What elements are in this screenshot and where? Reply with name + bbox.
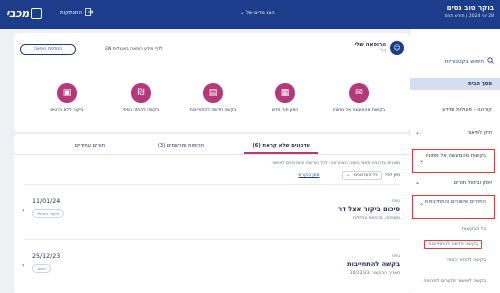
sidebar-subitem-refund[interactable]: בקשה להחזר כספי bbox=[409, 258, 500, 263]
date-text: 28 יוני 2024 | חודש תמוז bbox=[444, 14, 494, 19]
mark-read-link[interactable]: סמן כנקרא bbox=[298, 173, 319, 178]
sidebar-subitem-label: בקשה לאישור מקורים לתרופה bbox=[423, 279, 486, 284]
filter-value: כל העדכונים bbox=[354, 173, 378, 178]
item-type: טפס bbox=[391, 253, 400, 258]
list-item[interactable]: טפס סיכום ביקור אצל דר משפחה, מרפאת ונול… bbox=[22, 184, 400, 239]
chevron-down-icon: ⌄ bbox=[240, 10, 245, 16]
action-label: בקשות מהמעשה אל מחוניו bbox=[332, 108, 386, 113]
item-subtitle: תאריך הבקשה: 10/12/23 bbox=[349, 271, 400, 276]
filter-select[interactable]: כל העדכונים ⌄ bbox=[342, 171, 382, 180]
action-messages[interactable]: ✉ בקשות מהמעשה אל מחוניו bbox=[326, 83, 392, 113]
status-badge: ביקור דיגיטלי bbox=[32, 209, 65, 218]
sidebar-item-appointments[interactable]: זימון וביטול תורים ⌄ bbox=[409, 179, 500, 186]
updates-card: עדכונים שלא קראת (6) תרופות ומרשמים (3) … bbox=[14, 134, 410, 293]
sidebar-subitem-label: בקשה חדשה להתחייבות bbox=[424, 240, 482, 249]
calendar-icon: ▦ bbox=[275, 83, 295, 103]
chevron-down-icon: ⌄ bbox=[346, 173, 351, 178]
greeting-text: בוקר טוב נסים bbox=[446, 4, 494, 12]
profile-block: ☺ הרופאה שלי דר' bbox=[355, 41, 404, 55]
action-label: בקשה להחזר כספי bbox=[122, 108, 160, 113]
item-title: בקשה להתחייבות bbox=[347, 260, 400, 268]
maccabi-logo[interactable]: מכבי bbox=[6, 7, 42, 20]
action-refund[interactable]: ₪ בקשה להחזר כספי bbox=[108, 83, 174, 113]
sidebar-item-home[interactable]: מסך הבית bbox=[409, 78, 500, 90]
tab-medications[interactable]: תרופות ומרשמים (3) bbox=[158, 143, 204, 149]
sidebar-item-label: בקשות מהמעשה אל מחוניו bbox=[425, 153, 486, 159]
logout-button[interactable]: התנתקות bbox=[60, 8, 94, 18]
user-headset-icon: ☺ bbox=[390, 41, 404, 55]
tab-bar: עדכונים שלא קראת (6) תרופות ומרשמים (3) … bbox=[14, 139, 410, 155]
filter-label: מיון לפי: bbox=[384, 173, 400, 178]
logout-label: התנתקות bbox=[60, 10, 83, 16]
search-label: חיפוש בקטגוריות bbox=[444, 58, 484, 65]
refund-icon: ₪ bbox=[131, 83, 151, 103]
top-card: ☺ הרופאה שלי דר' לדף מידע רופאה באנגלית … bbox=[14, 33, 410, 132]
chevron-left-icon: ‹ bbox=[22, 262, 25, 269]
item-title: סיכום ביקור אצל דר bbox=[338, 205, 400, 213]
sidebar-item-label: תיק לפיאור bbox=[466, 130, 492, 136]
item-type: טפס bbox=[391, 198, 400, 203]
greeting-block: בוקר טוב נסים 28 יוני 2024 | חודש תמוז bbox=[444, 4, 494, 20]
account-switcher[interactable]: הצג מדים של ⌄ bbox=[240, 10, 275, 16]
profile-name: הרופאה שלי bbox=[354, 41, 386, 48]
item-date: 11/01/24 bbox=[32, 198, 61, 205]
chevron-down-icon: ⌄ bbox=[415, 179, 421, 186]
logo-square-icon bbox=[30, 8, 42, 19]
chevron-down-icon: ⌄ bbox=[419, 157, 425, 164]
sidebar-subitem-label: בקשה להחזר כספי bbox=[447, 258, 486, 263]
category-search[interactable]: חיפוש בקטגוריות bbox=[445, 57, 494, 66]
item-date: 25/12/23 bbox=[32, 253, 61, 260]
chevron-down-icon: ⌄ bbox=[415, 129, 421, 136]
sidebar-item-label: קורונה - פעולות ומידע bbox=[442, 107, 492, 113]
doctor-info-link[interactable]: לדף מידע רופאה באנגלית EN bbox=[89, 44, 179, 55]
action-visit-no-card[interactable]: ▣ ביקור ללא כרטיס bbox=[34, 83, 100, 113]
chat-icon: ✉ bbox=[349, 83, 369, 103]
sidebar-item-medical-file[interactable]: תיק לפיאור ⌄ bbox=[409, 129, 500, 136]
main-content: ☺ הרופאה שלי דר' לדף מידע רופאה באנגלית … bbox=[5, 29, 410, 293]
card-icon: ▣ bbox=[57, 83, 77, 103]
status-badge: אושר bbox=[32, 264, 51, 273]
sidebar-subitem-new-commitment[interactable]: בקשה חדשה להתחייבות bbox=[418, 240, 496, 249]
sidebar-item-label: זימון וביטול תורים bbox=[453, 180, 492, 186]
updates-info: מוצגים עדכונים מחצי השנה האחרונה. לכל הו… bbox=[271, 161, 400, 166]
logo-text: מכבי bbox=[6, 7, 29, 20]
logout-icon bbox=[85, 8, 94, 18]
sidebar-subitem-label: כל הבקשות bbox=[462, 227, 486, 232]
sidebar-item-refunds[interactable]: החזרים אישורים והתחייבויות ⌃ bbox=[412, 195, 495, 219]
sidebar-subitem-medication[interactable]: בקשה לאישור מקורים לתרופה bbox=[409, 279, 500, 284]
top-header: בוקר טוב נסים 28 יוני 2024 | חודש תמוז ה… bbox=[0, 0, 500, 29]
action-new-commitment[interactable]: ▤ בקשה חדשה להתחייבות bbox=[180, 83, 246, 113]
document-icon: ▤ bbox=[203, 83, 223, 103]
sidebar-subitem-all-requests[interactable]: כל הבקשות bbox=[409, 227, 500, 232]
list-item[interactable]: טפס בקשה להתחייבות תאריך הבקשה: 10/12/23… bbox=[22, 239, 400, 293]
sidebar: חיפוש בקטגוריות מסך הבית קורונה - פעולות… bbox=[409, 29, 500, 293]
filter-bar: מיון לפי: כל העדכונים ⌄ סמן כנקרא bbox=[298, 171, 400, 180]
tab-future-appointments[interactable]: תורים עתידיים bbox=[75, 143, 105, 149]
profile-role: דר' bbox=[379, 48, 386, 54]
account-label: הצג מדים של bbox=[246, 10, 275, 16]
sidebar-item-corona[interactable]: קורונה - פעולות ומידע bbox=[409, 107, 500, 113]
search-icon bbox=[487, 57, 494, 66]
action-label: בקשה חדשה להתחייבות bbox=[189, 108, 237, 113]
switch-doctor-button[interactable]: החלפת רופאה bbox=[20, 44, 76, 55]
sidebar-item-requests[interactable]: בקשות מהמעשה אל מחוניו ⌄ bbox=[412, 149, 495, 173]
action-label: ביקור ללא כרטיס bbox=[50, 108, 84, 113]
item-subtitle: משפחה, מרפאת ונולולית bbox=[353, 216, 400, 221]
sidebar-item-label: החזרים אישורים והתחייבויות bbox=[425, 199, 486, 205]
chevron-up-icon: ⌃ bbox=[419, 203, 425, 210]
sidebar-item-label: מסך הבית bbox=[468, 81, 492, 87]
action-label: זימון תור חדש bbox=[271, 108, 299, 113]
tab-unread-updates[interactable]: עדכונים שלא קראת (6) bbox=[244, 143, 318, 154]
chevron-left-icon: ‹ bbox=[22, 207, 25, 214]
action-new-appointment[interactable]: ▦ זימון תור חדש bbox=[252, 83, 318, 113]
